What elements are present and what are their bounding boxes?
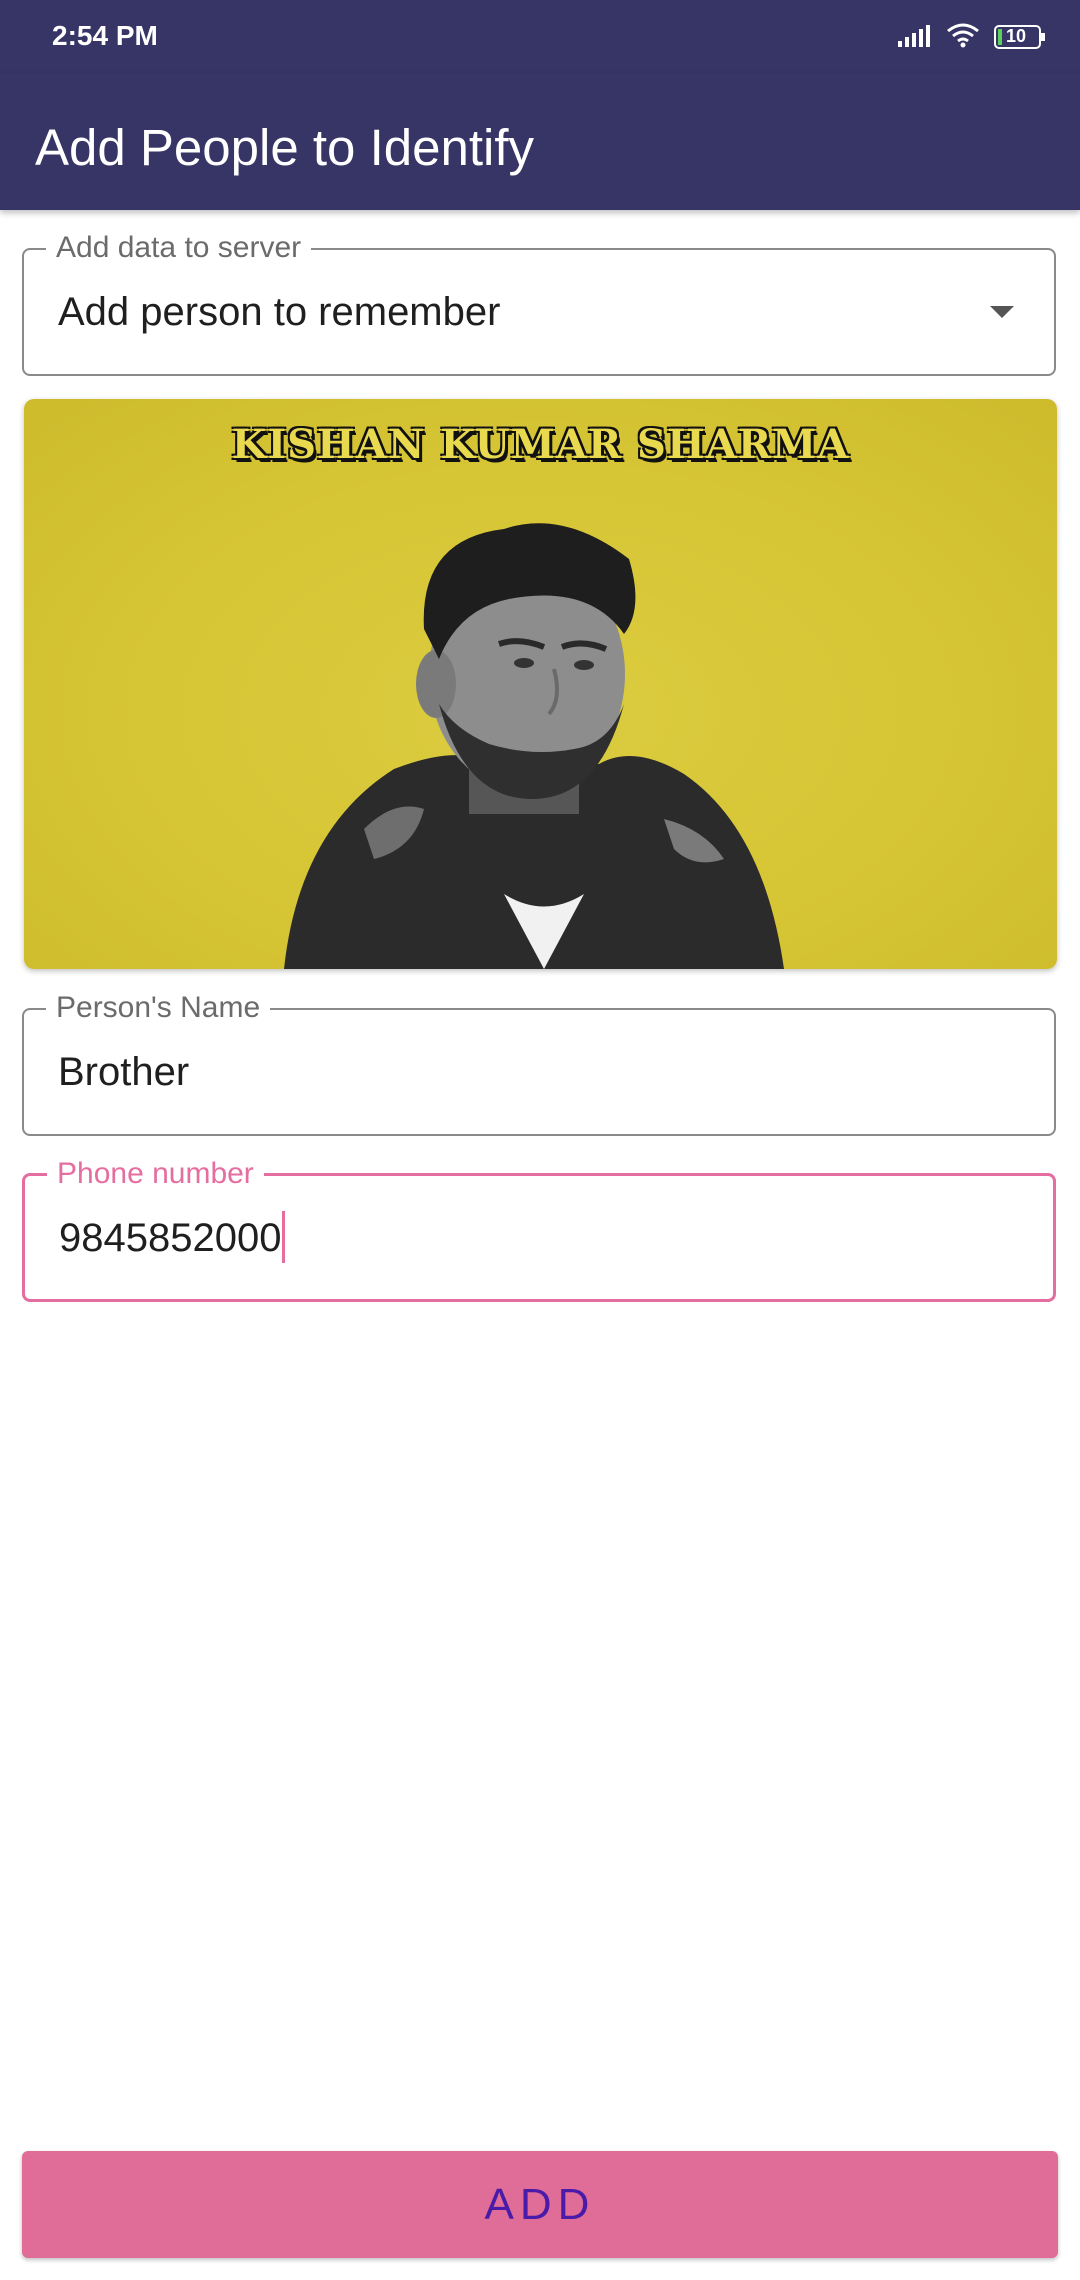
status-icons: 10 bbox=[898, 20, 1046, 54]
phone-number-field[interactable]: Phone number 9845852000 bbox=[22, 1156, 1056, 1302]
portrait-image bbox=[284, 523, 784, 969]
status-bar: 2:54 PM 10 bbox=[0, 0, 1080, 74]
add-button[interactable]: ADD bbox=[22, 2151, 1058, 2258]
person-name-value: Brother bbox=[58, 1050, 190, 1094]
action-select[interactable]: Add data to server Add person to remembe… bbox=[22, 230, 1056, 376]
person-name-label: Person's Name bbox=[46, 990, 271, 1026]
phone-number-value: 9845852000 bbox=[59, 1216, 282, 1260]
battery-icon: 10 bbox=[994, 25, 1046, 49]
phone-number-value-wrap: 9845852000 bbox=[59, 1211, 286, 1266]
action-select-label: Add data to server bbox=[46, 230, 312, 266]
person-name-field[interactable]: Person's Name Brother bbox=[22, 990, 1056, 1136]
action-select-value: Add person to remember bbox=[58, 290, 501, 334]
photo-caption: KISHAN KUMAR SHARMA bbox=[231, 421, 850, 468]
wifi-icon bbox=[946, 22, 980, 53]
page-title: Add People to Identify bbox=[35, 119, 535, 176]
phone-number-label: Phone number bbox=[47, 1156, 264, 1192]
signal-icon bbox=[898, 23, 932, 52]
dropdown-arrow-icon[interactable] bbox=[990, 306, 1014, 318]
person-photo[interactable]: KISHAN KUMAR SHARMA bbox=[24, 399, 1057, 969]
app-bar: Add People to Identify bbox=[0, 74, 1080, 210]
status-time: 2:54 PM bbox=[52, 20, 158, 51]
battery-level: 10 bbox=[1006, 26, 1027, 46]
text-caret bbox=[282, 1211, 286, 1264]
